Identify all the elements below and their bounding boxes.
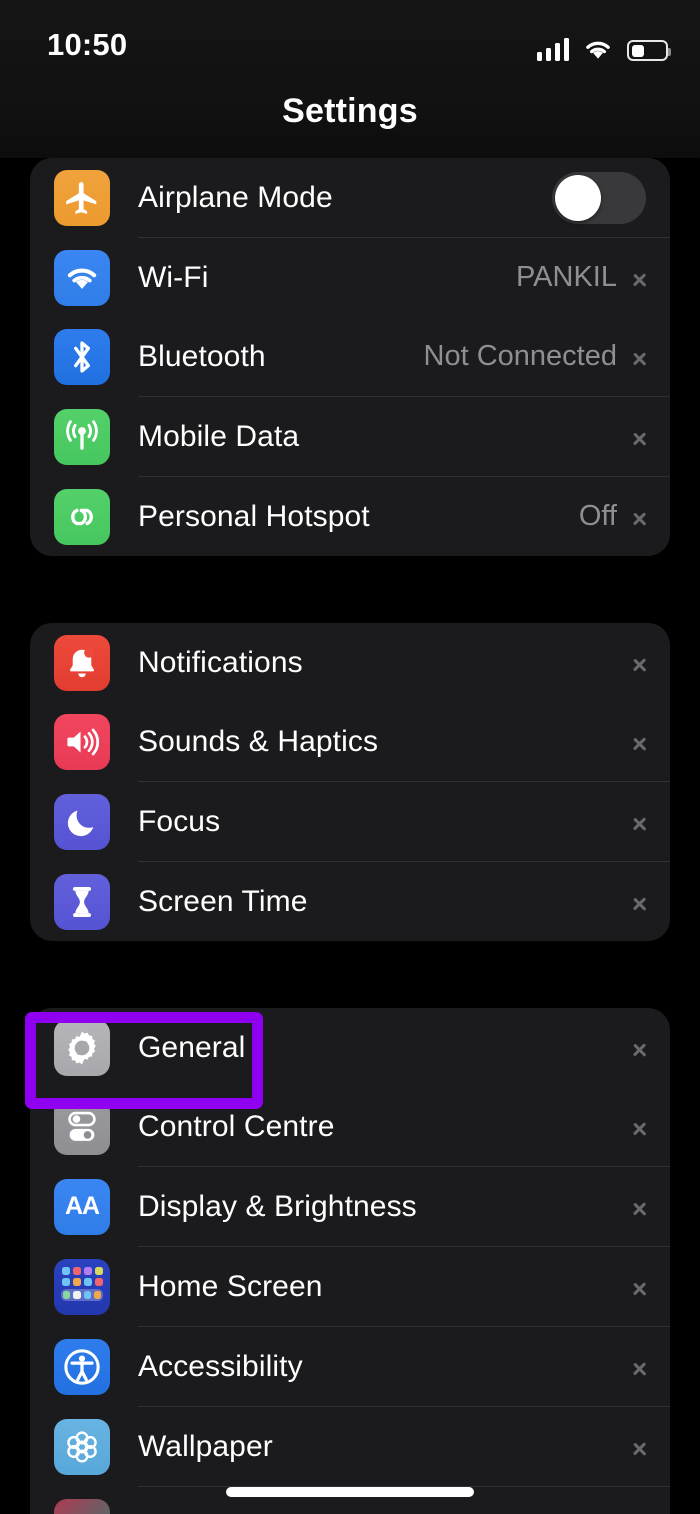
settings-row-label: Airplane Mode: [138, 180, 333, 214]
home-screen-icon: [54, 1258, 110, 1315]
gear-icon: [54, 1019, 110, 1076]
chevron-right-icon: [633, 1275, 646, 1299]
wifi-icon: [54, 249, 110, 306]
settings-row-label: General: [138, 1030, 246, 1064]
battery-icon: [627, 40, 671, 61]
toggle-knob: [555, 174, 601, 221]
chevron-right-icon: [633, 345, 646, 369]
speaker-icon: [54, 713, 110, 770]
settings-row-label: Display & Brightness: [138, 1189, 417, 1223]
settings-row-label: Wi-Fi: [138, 260, 209, 294]
settings-row-airplane-mode[interactable]: Airplane Mode: [30, 158, 670, 237]
settings-row-label: Focus: [138, 804, 221, 838]
settings-row-value: Off: [578, 500, 617, 532]
settings-row-notifications[interactable]: Notifications: [30, 623, 670, 702]
page-title: Settings: [282, 92, 418, 130]
siri-icon: [54, 1498, 110, 1514]
settings-row-label: Mobile Data: [138, 419, 300, 453]
battery-level-fill: [631, 44, 644, 57]
home-indicator: [226, 1487, 474, 1497]
bluetooth-icon: [54, 328, 110, 385]
settings-row-accessibility[interactable]: Accessibility: [30, 1327, 670, 1406]
hourglass-icon: [54, 873, 110, 930]
display-brightness-icon: AA: [54, 1178, 110, 1235]
chevron-right-icon: [633, 505, 646, 529]
settings-row-wallpaper[interactable]: Wallpaper: [30, 1407, 670, 1486]
settings-row-label: Sounds & Haptics: [138, 724, 379, 758]
moon-icon: [54, 793, 110, 850]
chevron-right-icon: [633, 1355, 646, 1379]
chevron-right-icon: [633, 1435, 646, 1459]
settings-row-focus[interactable]: Focus: [30, 782, 670, 861]
settings-group-system: General Control Centre AA Display & Brig…: [30, 1008, 670, 1514]
settings-row-bluetooth[interactable]: Bluetooth Not Connected: [30, 317, 670, 396]
settings-row-value: PANKIL: [515, 261, 617, 293]
chevron-right-icon: [633, 425, 646, 449]
settings-group-alerts: Notifications Sounds & Haptics Focus Scr…: [30, 623, 670, 941]
signal-bars-icon: [536, 38, 569, 61]
settings-row-home-screen[interactable]: Home Screen: [30, 1247, 670, 1326]
control-centre-icon: [54, 1098, 110, 1155]
chevron-right-icon: [633, 730, 646, 754]
wallpaper-icon: [54, 1418, 110, 1475]
settings-row-label: Control Centre: [138, 1109, 335, 1143]
settings-row-label: Home Screen: [138, 1269, 323, 1303]
settings-row-label: Notifications: [138, 645, 303, 679]
accessibility-icon: [54, 1338, 110, 1395]
chevron-right-icon: [633, 890, 646, 914]
settings-screen: 10:50 Settings Airplane Mode Wi-Fi PANKI…: [0, 0, 700, 1514]
settings-row-display-brightness[interactable]: AA Display & Brightness: [30, 1167, 670, 1246]
settings-row-mobile-data[interactable]: Mobile Data: [30, 397, 670, 476]
settings-row-wifi[interactable]: Wi-Fi PANKIL: [30, 238, 670, 317]
airplane-icon: [54, 169, 110, 226]
chevron-right-icon: [633, 1195, 646, 1219]
settings-list: Airplane Mode Wi-Fi PANKIL Bluetooth Not…: [0, 158, 700, 1514]
navigation-bar: Settings: [0, 86, 700, 158]
settings-row-general[interactable]: General: [30, 1008, 670, 1087]
settings-row-value: Not Connected: [423, 340, 617, 372]
chevron-right-icon: [633, 810, 646, 834]
settings-row-label: Screen Time: [138, 884, 308, 918]
home-screen-grid: [61, 1266, 103, 1307]
settings-row-personal-hotspot[interactable]: Personal Hotspot Off: [30, 477, 670, 556]
settings-row-screen-time[interactable]: Screen Time: [30, 862, 670, 941]
settings-row-label: Accessibility: [138, 1349, 303, 1383]
settings-row-label: Bluetooth: [138, 339, 266, 373]
display-brightness-glyph: AA: [64, 1192, 100, 1220]
status-bar: 10:50: [0, 0, 700, 86]
chevron-right-icon: [633, 1036, 646, 1060]
status-bar-time: 10:50: [47, 27, 128, 62]
hotspot-icon: [54, 488, 110, 545]
airplane-mode-toggle[interactable]: [552, 171, 646, 224]
settings-row-label: Wallpaper: [138, 1429, 273, 1463]
status-bar-indicators: [536, 31, 671, 61]
settings-group-connectivity: Airplane Mode Wi-Fi PANKIL Bluetooth Not…: [30, 158, 670, 556]
settings-row-control-centre[interactable]: Control Centre: [30, 1087, 670, 1166]
bell-icon: [54, 634, 110, 691]
settings-row-sounds-haptics[interactable]: Sounds & Haptics: [30, 702, 670, 781]
wifi-icon: [583, 38, 613, 61]
cellular-icon: [54, 408, 110, 465]
chevron-right-icon: [633, 651, 646, 675]
chevron-right-icon: [633, 266, 646, 290]
chevron-right-icon: [633, 1115, 646, 1139]
settings-row-label: Personal Hotspot: [138, 499, 370, 533]
